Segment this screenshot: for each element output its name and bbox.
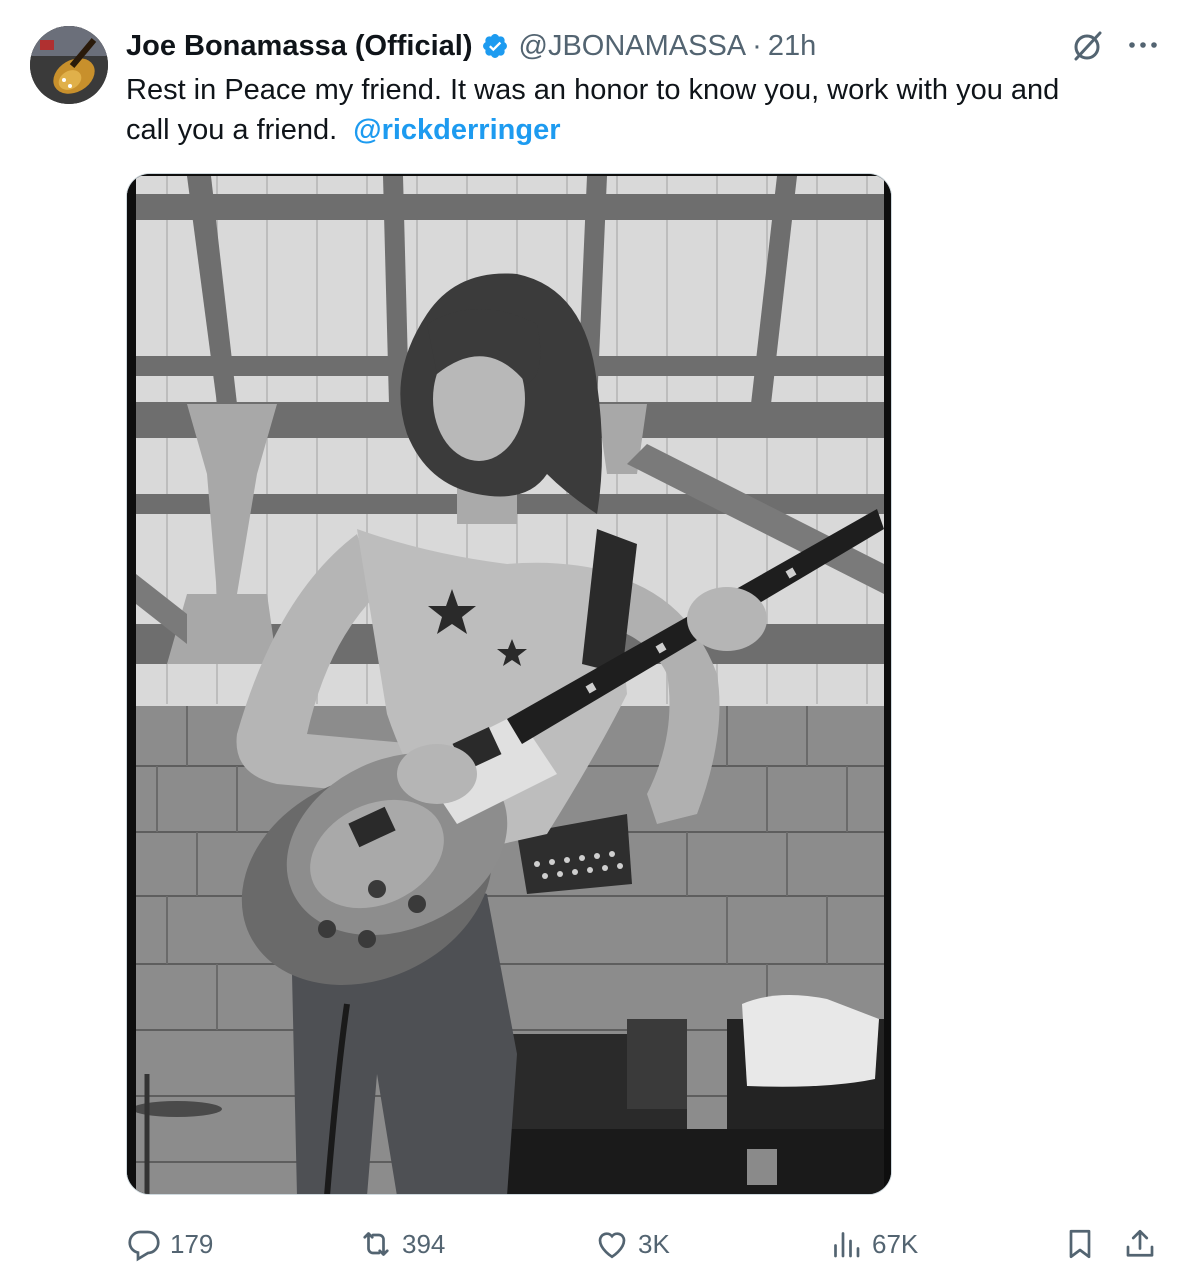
bookmark-button[interactable]	[1062, 1222, 1106, 1266]
share-icon	[1126, 1229, 1154, 1257]
tweet-timestamp[interactable]: 21h	[768, 30, 816, 63]
like-icon	[598, 1232, 626, 1259]
repost-button[interactable]: 394	[358, 1222, 445, 1266]
photo-guitarist-on-stage	[127, 174, 891, 1194]
views-count: 67K	[872, 1228, 919, 1259]
like-count: 3K	[638, 1228, 670, 1259]
verified-badge-icon[interactable]	[481, 32, 509, 60]
views-button[interactable]: 67K	[828, 1222, 918, 1266]
author-handle[interactable]: @JBONAMASSA	[519, 30, 747, 63]
tweet-action-bar: 179 394 3K 67K	[0, 1222, 1190, 1266]
reply-icon	[128, 1230, 160, 1262]
mention-link[interactable]: @rickderringer	[353, 114, 560, 146]
retweet-icon	[363, 1232, 389, 1256]
separator-dot: ·	[752, 29, 762, 62]
more-options-icon[interactable]	[1124, 26, 1164, 66]
author-display-name[interactable]: Joe Bonamassa (Official)	[126, 30, 473, 63]
repost-count: 394	[402, 1228, 446, 1259]
tweet-text-line-2-prefix: call you a friend.	[126, 114, 354, 146]
tweet-text-line-2: call you a friend. @rickderringer	[126, 110, 1156, 150]
bookmark-icon	[1069, 1229, 1091, 1259]
reply-button[interactable]: 179	[126, 1222, 213, 1266]
like-button[interactable]: 3K	[594, 1222, 670, 1266]
reply-count: 179	[170, 1228, 214, 1259]
share-button[interactable]	[1122, 1222, 1166, 1266]
tweet: Joe Bonamassa (Official) @JBONAMASSA · 2…	[0, 0, 1190, 1280]
views-icon	[834, 1232, 860, 1258]
tweet-text-line-1: Rest in Peace my friend. It was an honor…	[126, 74, 1060, 106]
grok-icon[interactable]	[1068, 26, 1108, 66]
tweet-header: Joe Bonamassa (Official) @JBONAMASSA · 2…	[126, 26, 816, 66]
tweet-text: Rest in Peace my friend. It was an honor…	[126, 70, 1156, 150]
tweet-media-photo[interactable]	[126, 173, 892, 1195]
avatar-guitar-photo	[30, 26, 108, 104]
author-avatar[interactable]	[30, 26, 108, 104]
